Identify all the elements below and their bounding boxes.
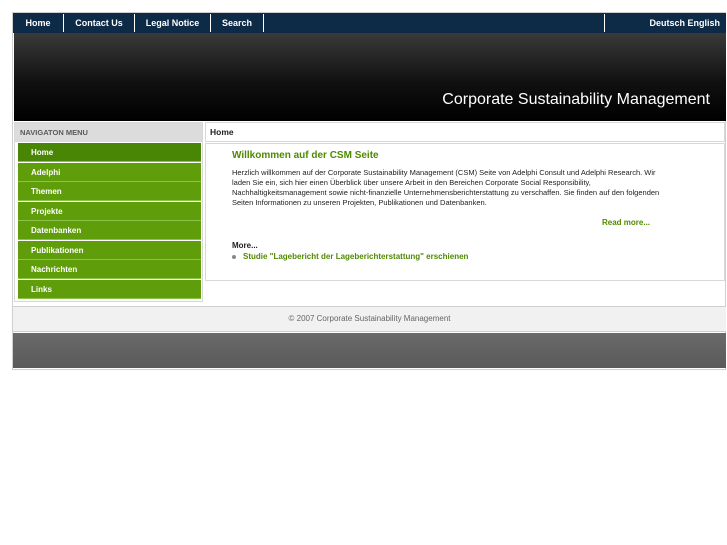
read-more-link[interactable]: Read more... — [602, 218, 650, 227]
site-title: Corporate Sustainability Management — [442, 91, 710, 108]
sidebar-item-adelphi[interactable]: Adelphi — [18, 163, 201, 182]
main-content: Willkommen auf der CSM Seite Herzlich wi… — [205, 143, 725, 281]
footer: © 2007 Corporate Sustainability Manageme… — [13, 306, 726, 332]
sidebar: NAVIGATON MENU Home Adelphi Themen Proje… — [14, 122, 203, 302]
bullet-icon — [232, 254, 236, 259]
nav-search[interactable]: Search — [211, 14, 264, 32]
sidebar-item-projekte[interactable]: Projekte — [18, 202, 201, 221]
copyright-text: © 2007 Corporate Sustainability Manageme… — [288, 314, 451, 323]
page-title: Willkommen auf der CSM Seite — [232, 150, 379, 161]
more-heading: More... — [232, 241, 258, 250]
nav-legal-notice[interactable]: Legal Notice — [135, 14, 211, 32]
sidebar-heading: NAVIGATON MENU — [15, 123, 202, 142]
news-link[interactable]: Studie "Lagebericht der Lageberichtersta… — [243, 252, 468, 261]
sidebar-item-datenbanken[interactable]: Datenbanken — [18, 221, 201, 240]
footer-bar — [13, 333, 726, 368]
sidebar-item-home[interactable]: Home — [18, 143, 201, 162]
intro-text: Herzlich willkommen auf der Corporate Su… — [232, 168, 660, 207]
nav-contact-us[interactable]: Contact Us — [64, 14, 135, 32]
top-navigation: Home Contact Us Legal Notice Search Deut… — [13, 13, 726, 33]
news-item[interactable]: Studie "Lagebericht der Lageberichtersta… — [232, 252, 468, 261]
nav-home[interactable]: Home — [13, 14, 64, 32]
sidebar-item-links[interactable]: Links — [18, 280, 201, 299]
breadcrumb: Home — [205, 122, 725, 142]
sidebar-item-nachrichten[interactable]: Nachrichten — [18, 260, 201, 279]
sidebar-item-themen[interactable]: Themen — [18, 182, 201, 201]
sidebar-item-publikationen[interactable]: Publikationen — [18, 241, 201, 260]
header-banner: Corporate Sustainability Management — [14, 33, 726, 121]
language-switch[interactable]: Deutsch English — [604, 14, 726, 32]
